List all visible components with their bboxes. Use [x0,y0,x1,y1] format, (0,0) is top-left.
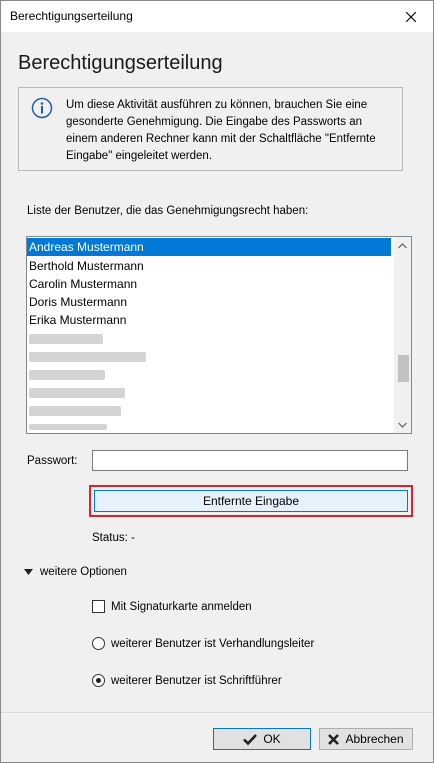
list-item[interactable]: Berthold Mustermann [27,257,391,275]
list-item[interactable]: Erika Mustermann [27,311,391,329]
obscured-list-item[interactable] [29,424,107,430]
remote-input-button[interactable]: Entfernte Eingabe [94,490,408,512]
radio-clerk-label: weiterer Benutzer ist Schriftführer [111,674,282,687]
window-title: Berechtigungserteilung [10,9,133,23]
chevron-down-icon[interactable] [394,416,411,433]
obscured-list-item[interactable] [29,352,146,362]
obscured-list-item[interactable] [29,388,125,398]
close-icon [328,733,340,745]
radio-clerk[interactable]: weiterer Benutzer ist Schriftführer [92,674,282,687]
more-options-label: weitere Optionen [40,566,127,578]
obscured-list-item[interactable] [29,334,103,344]
signature-card-label: Mit Signaturkarte anmelden [111,600,252,613]
radio-chairperson[interactable]: weiterer Benutzer ist Verhandlungsleiter [92,637,314,650]
checkmark-icon [243,733,258,745]
radio-circle[interactable] [92,674,105,687]
chevron-up-icon[interactable] [394,237,411,254]
list-item[interactable]: Andreas Mustermann [27,238,391,256]
radio-chairperson-label: weiterer Benutzer ist Verhandlungsleiter [111,637,315,650]
password-label: Passwort: [27,455,78,467]
ok-button[interactable]: OK [213,728,311,750]
scrollbar-thumb[interactable] [398,355,409,382]
cancel-button[interactable]: Abbrechen [319,728,413,750]
list-scrollbar[interactable] [394,237,411,433]
signature-card-checkbox[interactable]: Mit Signaturkarte anmelden [92,600,252,613]
obscured-list-item[interactable] [29,406,121,416]
status-text: Status: - [92,532,135,544]
info-text: Um diese Aktivität ausführen zu können, … [66,99,376,162]
user-list-label: Liste der Benutzer, die das Genehmigungs… [27,205,309,217]
highlight-frame: Entfernte Eingabe [89,485,413,517]
triangle-down-icon [24,566,33,578]
info-icon [31,97,53,122]
title-bar: Berechtigungserteilung [1,1,433,32]
more-options-toggle[interactable]: weitere Optionen [24,566,127,578]
obscured-list-item[interactable] [29,370,105,380]
list-item[interactable]: Carolin Mustermann [27,275,391,293]
cancel-label: Abbrechen [345,732,404,746]
dialog-window: Berechtigungserteilung Berechtigungserte… [0,0,434,763]
ok-label: OK [263,732,281,746]
page-title: Berechtigungserteilung [18,52,223,74]
user-listbox[interactable]: Andreas Mustermann Berthold Mustermann C… [26,236,412,434]
checkbox-box[interactable] [92,600,105,613]
info-box: Um diese Aktivität ausführen zu können, … [18,87,403,171]
list-item[interactable]: Doris Mustermann [27,293,391,311]
close-icon[interactable] [389,1,433,32]
radio-circle[interactable] [92,637,105,650]
password-field[interactable] [92,450,408,471]
